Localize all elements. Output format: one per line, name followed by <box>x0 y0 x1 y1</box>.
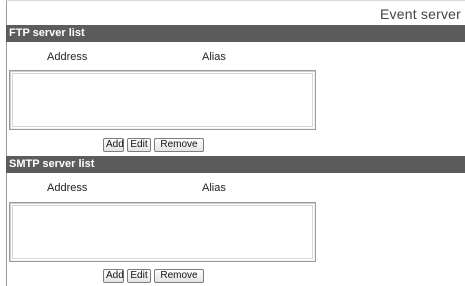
smtp-address-column-header: Address <box>47 182 88 194</box>
ftp-alias-column-header: Alias <box>202 51 226 63</box>
smtp-alias-column-header: Alias <box>202 182 226 194</box>
smtp-remove-button[interactable]: Remove <box>154 269 204 283</box>
ftp-remove-button[interactable]: Remove <box>154 138 204 152</box>
page-title: Event server <box>380 6 461 22</box>
top-divider <box>6 0 465 1</box>
ftp-section-header: FTP server list <box>6 25 465 42</box>
ftp-address-column-header: Address <box>47 51 88 63</box>
smtp-server-list[interactable] <box>9 202 316 262</box>
ftp-edit-button[interactable]: Edit <box>127 138 151 152</box>
smtp-server-list-area <box>12 205 313 259</box>
smtp-section-header: SMTP server list <box>6 156 465 173</box>
ftp-add-button[interactable]: Add <box>103 138 124 152</box>
ftp-server-list[interactable] <box>9 70 316 130</box>
left-divider <box>6 0 7 286</box>
smtp-edit-button[interactable]: Edit <box>127 269 151 283</box>
smtp-add-button[interactable]: Add <box>103 269 124 283</box>
ftp-server-list-area <box>12 73 313 127</box>
